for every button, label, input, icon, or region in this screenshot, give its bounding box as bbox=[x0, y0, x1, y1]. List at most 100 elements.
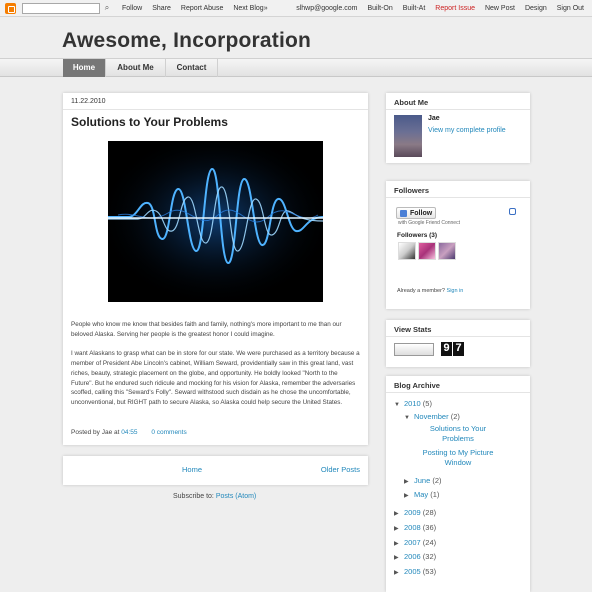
triangle-right-icon[interactable]: ▶ bbox=[394, 554, 404, 561]
triangle-down-icon[interactable]: ▼ bbox=[404, 415, 414, 421]
triangle-right-icon[interactable]: ▶ bbox=[394, 525, 404, 532]
navbar-search-input[interactable] bbox=[22, 2, 100, 14]
post-footer: Posted by Jae at 04:55 0 comments bbox=[71, 429, 187, 436]
subscribe-atom-link[interactable]: Posts (Atom) bbox=[216, 493, 256, 500]
archive-post-link[interactable]: Posting to My Picture Window bbox=[413, 448, 503, 468]
archive-year-2009[interactable]: ▶ 2009 (28) bbox=[394, 508, 436, 517]
tab-home[interactable]: Home bbox=[63, 59, 106, 77]
archive-year-2006[interactable]: ▶ 2006 (32) bbox=[394, 552, 436, 561]
navbar-built-on-link[interactable]: Built-On bbox=[367, 5, 392, 12]
post-date: 11.22.2010 bbox=[71, 98, 106, 105]
navbar-report-issue-link[interactable]: Report Issue bbox=[435, 5, 475, 12]
divider bbox=[63, 109, 368, 110]
blog-pager: Home Older Posts bbox=[63, 456, 368, 485]
stats-counter: 9 7 bbox=[441, 342, 465, 356]
archive-year-2005[interactable]: ▶ 2005 (53) bbox=[394, 567, 436, 576]
archive-count: (2) bbox=[450, 412, 460, 421]
archive-post-link[interactable]: Solutions to Your Problems bbox=[413, 424, 503, 444]
page-tabs: Home About Me Contact bbox=[0, 58, 592, 77]
view-stats-widget: View Stats 9 7 bbox=[386, 320, 530, 367]
post-author-label: Posted by Jae at bbox=[71, 429, 120, 436]
follower-avatar[interactable] bbox=[418, 242, 436, 260]
followers-count: Followers (3) bbox=[397, 232, 438, 239]
divider bbox=[386, 109, 530, 110]
stats-sparkline bbox=[394, 343, 434, 356]
subscribe-label: Subscribe to: bbox=[173, 493, 214, 500]
follower-avatar[interactable] bbox=[438, 242, 456, 260]
sign-in-link[interactable]: Sign in bbox=[447, 288, 464, 294]
about-me-widget: About Me Jae View my complete profile bbox=[386, 93, 530, 163]
archive-month-label[interactable]: November bbox=[414, 412, 449, 421]
archive-count: (2) bbox=[432, 476, 442, 485]
archive-month-label[interactable]: May bbox=[414, 490, 428, 499]
triangle-right-icon[interactable]: ▶ bbox=[404, 478, 414, 485]
archive-year-label[interactable]: 2010 bbox=[404, 399, 421, 408]
post-body: People who know me know that besides fai… bbox=[71, 320, 361, 408]
counter-digit: 9 bbox=[441, 342, 452, 356]
navbar-share-link[interactable]: Share bbox=[152, 5, 171, 12]
navbar-next-blog-link[interactable]: Next Blog» bbox=[233, 5, 267, 12]
archive-year-label[interactable]: 2006 bbox=[404, 552, 421, 561]
divider bbox=[386, 392, 530, 393]
navbar-account-email[interactable]: slhwp@google.com bbox=[296, 5, 357, 12]
archive-month-june[interactable]: ▶ June (2) bbox=[404, 476, 442, 485]
archive-count: (28) bbox=[422, 508, 437, 517]
widget-title: Followers bbox=[394, 186, 430, 195]
archive-count: (1) bbox=[430, 490, 440, 499]
blogger-navbar: ⌕ Follow Share Report Abuse Next Blog» s… bbox=[0, 0, 592, 17]
archive-month-label[interactable]: June bbox=[414, 476, 430, 485]
already-member-label: Already a member? bbox=[397, 288, 445, 294]
gfc-settings-icon[interactable] bbox=[509, 208, 516, 215]
navbar-report-abuse-link[interactable]: Report Abuse bbox=[181, 5, 223, 12]
triangle-down-icon[interactable]: ▼ bbox=[394, 402, 404, 408]
already-member-line: Already a member? Sign in bbox=[397, 288, 463, 294]
post-timestamp-link[interactable]: 04:55 bbox=[121, 429, 137, 436]
triangle-right-icon[interactable]: ▶ bbox=[394, 510, 404, 517]
pager-older-posts-link[interactable]: Older Posts bbox=[321, 465, 360, 474]
triangle-right-icon[interactable]: ▶ bbox=[394, 569, 404, 576]
post-paragraph: People who know me know that besides fai… bbox=[71, 321, 342, 338]
gfc-caption: with Google Friend Connect bbox=[398, 220, 460, 226]
archive-year-2008[interactable]: ▶ 2008 (36) bbox=[394, 523, 436, 532]
follower-avatar[interactable] bbox=[398, 242, 416, 260]
archive-count: (36) bbox=[422, 523, 437, 532]
navbar-follow-link[interactable]: Follow bbox=[122, 5, 142, 12]
view-profile-link[interactable]: View my complete profile bbox=[428, 127, 506, 134]
tab-about-me[interactable]: About Me bbox=[106, 59, 166, 77]
post-image-sound-wave[interactable] bbox=[108, 141, 323, 302]
archive-count: (5) bbox=[422, 399, 432, 408]
archive-month-may[interactable]: ▶ May (1) bbox=[404, 490, 439, 499]
navbar-built-at-link[interactable]: Built-At bbox=[403, 5, 426, 12]
tab-contact[interactable]: Contact bbox=[166, 59, 218, 77]
pager-home-link[interactable]: Home bbox=[182, 465, 202, 474]
post-comments-link[interactable]: 0 comments bbox=[151, 429, 186, 436]
profile-photo[interactable] bbox=[394, 115, 422, 157]
widget-title: Blog Archive bbox=[394, 381, 440, 390]
blog-title[interactable]: Awesome, Incorporation bbox=[62, 29, 311, 53]
archive-count: (53) bbox=[422, 567, 437, 576]
followers-widget: Followers Follow with Google Friend Conn… bbox=[386, 181, 530, 309]
navbar-design-link[interactable]: Design bbox=[525, 5, 547, 12]
navbar-new-post-link[interactable]: New Post bbox=[485, 5, 515, 12]
search-icon[interactable]: ⌕ bbox=[102, 3, 112, 13]
blogger-logo-icon[interactable] bbox=[5, 2, 16, 14]
archive-year-label[interactable]: 2005 bbox=[404, 567, 421, 576]
follow-button-label: Follow bbox=[410, 209, 433, 217]
archive-year-2010[interactable]: ▼ 2010 (5) bbox=[394, 399, 432, 408]
profile-name[interactable]: Jae bbox=[428, 115, 440, 122]
blog-archive-widget: Blog Archive ▼ 2010 (5) ▼ November (2) Sol… bbox=[386, 376, 530, 592]
google-icon bbox=[400, 209, 407, 217]
post-title[interactable]: Solutions to Your Problems bbox=[71, 115, 228, 129]
divider bbox=[386, 197, 530, 198]
triangle-right-icon[interactable]: ▶ bbox=[394, 540, 404, 547]
archive-year-2007[interactable]: ▶ 2007 (24) bbox=[394, 538, 436, 547]
triangle-right-icon[interactable]: ▶ bbox=[404, 492, 414, 499]
subscribe-line: Subscribe to: Posts (Atom) bbox=[173, 493, 256, 500]
post-card: 11.22.2010 Solutions to Your Problems Pe… bbox=[63, 93, 368, 445]
archive-year-label[interactable]: 2008 bbox=[404, 523, 421, 532]
archive-year-label[interactable]: 2009 bbox=[404, 508, 421, 517]
navbar-sign-out-link[interactable]: Sign Out bbox=[557, 5, 584, 12]
follow-button[interactable]: Follow bbox=[396, 207, 436, 219]
archive-month-november[interactable]: ▼ November (2) bbox=[404, 412, 460, 421]
archive-year-label[interactable]: 2007 bbox=[404, 538, 421, 547]
